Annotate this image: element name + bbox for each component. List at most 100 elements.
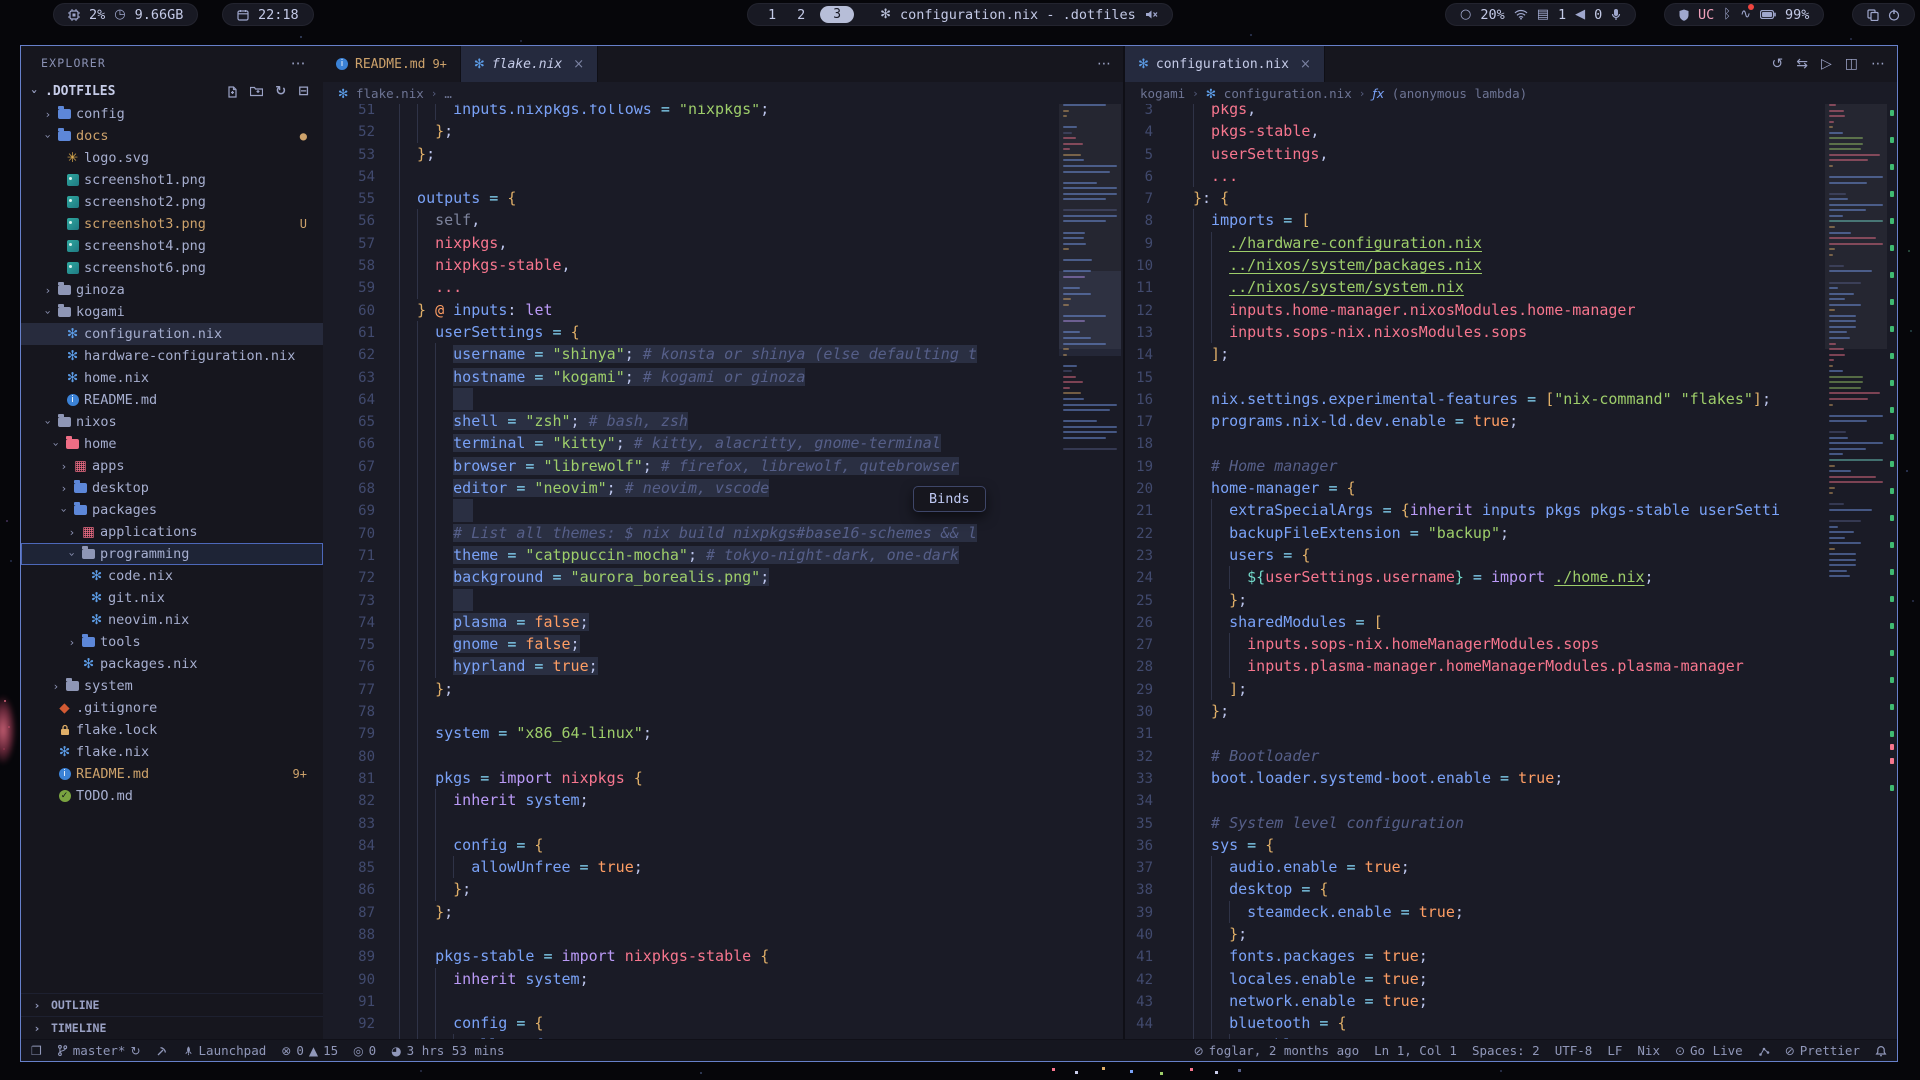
tree-item-README.md[interactable]: iREADME.md9+ bbox=[21, 763, 323, 785]
tree-item-hardware-configuration.nix[interactable]: ✻hardware-configuration.nix bbox=[21, 345, 323, 367]
status-problems[interactable]: ⊗0▲15 bbox=[281, 1043, 338, 1058]
close-tab-icon[interactable]: × bbox=[1300, 57, 1311, 72]
close-tab-icon[interactable]: × bbox=[573, 57, 584, 72]
tree-item-docs[interactable]: ›docs● bbox=[21, 125, 323, 147]
code-line: 87}; bbox=[323, 901, 1055, 923]
device-indicators[interactable]: UCᛒ∿99% bbox=[1664, 3, 1824, 26]
tree-item-kogami[interactable]: ›kogami bbox=[21, 301, 323, 323]
code-line: 60} @ inputs: let bbox=[323, 299, 1055, 321]
explorer-root-folder[interactable]: › .DOTFILES ↻⊟ bbox=[21, 80, 323, 103]
code-line: 29]; bbox=[1125, 678, 1829, 700]
tree-item-desktop[interactable]: ›desktop bbox=[21, 477, 323, 499]
tree-item-system[interactable]: ›system bbox=[21, 675, 323, 697]
status-indicators[interactable]: ○20%▤1◀0 bbox=[1445, 3, 1636, 26]
tree-item-packages[interactable]: ›packages bbox=[21, 499, 323, 521]
breadcrumb-item[interactable]: kogami bbox=[1140, 86, 1185, 101]
image-icon bbox=[63, 218, 82, 230]
status-time-tracker[interactable]: ◕3 hrs 53 mins bbox=[391, 1043, 504, 1058]
tree-item-code.nix[interactable]: ✻code.nix bbox=[21, 565, 323, 587]
tree-item-TODO.md[interactable]: ✓TODO.md bbox=[21, 785, 323, 807]
tree-item-label: applications bbox=[100, 524, 198, 540]
new-file-icon[interactable] bbox=[226, 84, 238, 99]
tab-configuration.nix[interactable]: ✻configuration.nix× bbox=[1125, 46, 1325, 82]
status-git-branch[interactable]: master*↻ bbox=[57, 1043, 141, 1058]
system-stats[interactable]: 2%◷9.66GB bbox=[53, 3, 198, 26]
session-controls[interactable] bbox=[1852, 3, 1915, 26]
status-launchpad[interactable]: Launchpad bbox=[183, 1043, 267, 1058]
code-line: 7}: { bbox=[1125, 187, 1829, 209]
status-git-blame[interactable]: ⊘foglar, 2 months ago bbox=[1194, 1043, 1360, 1058]
panel-outline[interactable]: ›OUTLINE bbox=[21, 993, 323, 1016]
run-action-icon[interactable]: ▷ bbox=[1821, 56, 1832, 72]
views-more-actions-icon[interactable]: ⋯ bbox=[291, 54, 307, 72]
status-cursor-position[interactable]: Ln 1, Col 1 bbox=[1374, 1043, 1457, 1058]
tree-item-flake.nix[interactable]: ✻flake.nix bbox=[21, 741, 323, 763]
tree-item-packages.nix[interactable]: ✻packages.nix bbox=[21, 653, 323, 675]
status-language-mode[interactable]: Nix bbox=[1637, 1043, 1660, 1058]
tree-item-configuration.nix[interactable]: ✻configuration.nix bbox=[21, 323, 323, 345]
code-editor-flake-nix[interactable]: 51inputs.nixpkgs.follows = "nixpkgs";52}… bbox=[323, 104, 1123, 1039]
tree-item-home.nix[interactable]: ✻home.nix bbox=[21, 367, 323, 389]
recording-icon: ∿ bbox=[1740, 7, 1751, 22]
tree-item-label: nixos bbox=[76, 414, 117, 430]
breadcrumb-item[interactable]: ƒx (anonymous lambda) bbox=[1372, 86, 1527, 101]
tree-item-README.md[interactable]: iREADME.md bbox=[21, 389, 323, 411]
status-pickaxe[interactable] bbox=[156, 1045, 168, 1057]
tree-item-.gitignore[interactable]: ◆.gitignore bbox=[21, 697, 323, 719]
compare-action-icon[interactable]: ⇆ bbox=[1796, 56, 1808, 72]
tree-item-screenshot6.png[interactable]: screenshot6.png bbox=[21, 257, 323, 279]
tab-flake.nix[interactable]: ✻flake.nix× bbox=[461, 46, 598, 82]
status-encoding[interactable]: UTF-8 bbox=[1555, 1043, 1593, 1058]
split-action-icon[interactable]: ◫ bbox=[1845, 56, 1858, 72]
tab-README.md[interactable]: iREADME.md9+ bbox=[323, 46, 461, 82]
tree-item-flake.lock[interactable]: flake.lock bbox=[21, 719, 323, 741]
status-notifications[interactable] bbox=[1875, 1045, 1887, 1057]
status-share[interactable] bbox=[1758, 1045, 1770, 1057]
breadcrumb-item[interactable]: ✻ flake.nix bbox=[338, 86, 424, 101]
refresh-icon[interactable]: ↻ bbox=[275, 84, 286, 99]
code-line: 75gnome = false; bbox=[323, 633, 1055, 655]
status-ports[interactable]: ◎0 bbox=[353, 1043, 376, 1058]
status-remote[interactable]: ❐ bbox=[31, 1044, 42, 1058]
breadcrumb-item[interactable]: ✻ configuration.nix bbox=[1206, 86, 1352, 101]
panel-timeline[interactable]: ›TIMELINE bbox=[21, 1016, 323, 1039]
tree-item-programming[interactable]: ›programming bbox=[21, 543, 323, 565]
nix-icon: ✻ bbox=[63, 348, 82, 364]
minimap-left[interactable] bbox=[1059, 104, 1121, 1039]
clock-icon: ◕ bbox=[391, 1044, 401, 1058]
collapse-icon[interactable]: ⊟ bbox=[298, 84, 309, 99]
tree-item-ginoza[interactable]: ›ginoza bbox=[21, 279, 323, 301]
status-indentation[interactable]: Spaces: 2 bbox=[1472, 1043, 1540, 1058]
new-folder-icon[interactable] bbox=[250, 84, 263, 99]
code-line: 15 bbox=[1125, 366, 1829, 388]
tree-item-home[interactable]: ›home bbox=[21, 433, 323, 455]
tree-item-screenshot1.png[interactable]: screenshot1.png bbox=[21, 169, 323, 191]
tree-item-applications[interactable]: ›▦applications bbox=[21, 521, 323, 543]
workspace-2[interactable]: 2 bbox=[791, 7, 811, 23]
tree-item-git.nix[interactable]: ✻git.nix bbox=[21, 587, 323, 609]
tree-item-screenshot4.png[interactable]: screenshot4.png bbox=[21, 235, 323, 257]
more-action-icon[interactable]: ⋯ bbox=[1871, 56, 1885, 72]
breadcrumb-item[interactable]: … bbox=[444, 86, 452, 101]
history-action-icon[interactable]: ↺ bbox=[1772, 56, 1784, 72]
tree-item-apps[interactable]: ›▦apps bbox=[21, 455, 323, 477]
code-line: 77}; bbox=[323, 678, 1055, 700]
battery-icon bbox=[1760, 10, 1776, 19]
workspace-1[interactable]: 1 bbox=[762, 7, 782, 23]
status-eol[interactable]: LF bbox=[1607, 1043, 1622, 1058]
tree-item-nixos[interactable]: ›nixos bbox=[21, 411, 323, 433]
tree-item-screenshot3.png[interactable]: screenshot3.pngU bbox=[21, 213, 323, 235]
minimap-right[interactable] bbox=[1825, 104, 1887, 1039]
code-line: 31 bbox=[1125, 722, 1829, 744]
tree-item-config[interactable]: ›config bbox=[21, 103, 323, 125]
more-action-icon[interactable]: ⋯ bbox=[1097, 56, 1111, 72]
tree-item-tools[interactable]: ›tools bbox=[21, 631, 323, 653]
code-editor-configuration-nix[interactable]: 3pkgs,4pkgs-stable,5userSettings,6...7}:… bbox=[1125, 104, 1897, 1039]
clock[interactable]: 22:18 bbox=[222, 3, 314, 26]
tree-item-logo.svg[interactable]: ✳logo.svg bbox=[21, 147, 323, 169]
tree-item-neovim.nix[interactable]: ✻neovim.nix bbox=[21, 609, 323, 631]
workspace-3[interactable]: 3 bbox=[820, 6, 854, 23]
tree-item-screenshot2.png[interactable]: screenshot2.png bbox=[21, 191, 323, 213]
status-prettier[interactable]: ⊘Prettier bbox=[1785, 1043, 1860, 1058]
status-go-live[interactable]: ⊙Go Live bbox=[1675, 1043, 1743, 1058]
